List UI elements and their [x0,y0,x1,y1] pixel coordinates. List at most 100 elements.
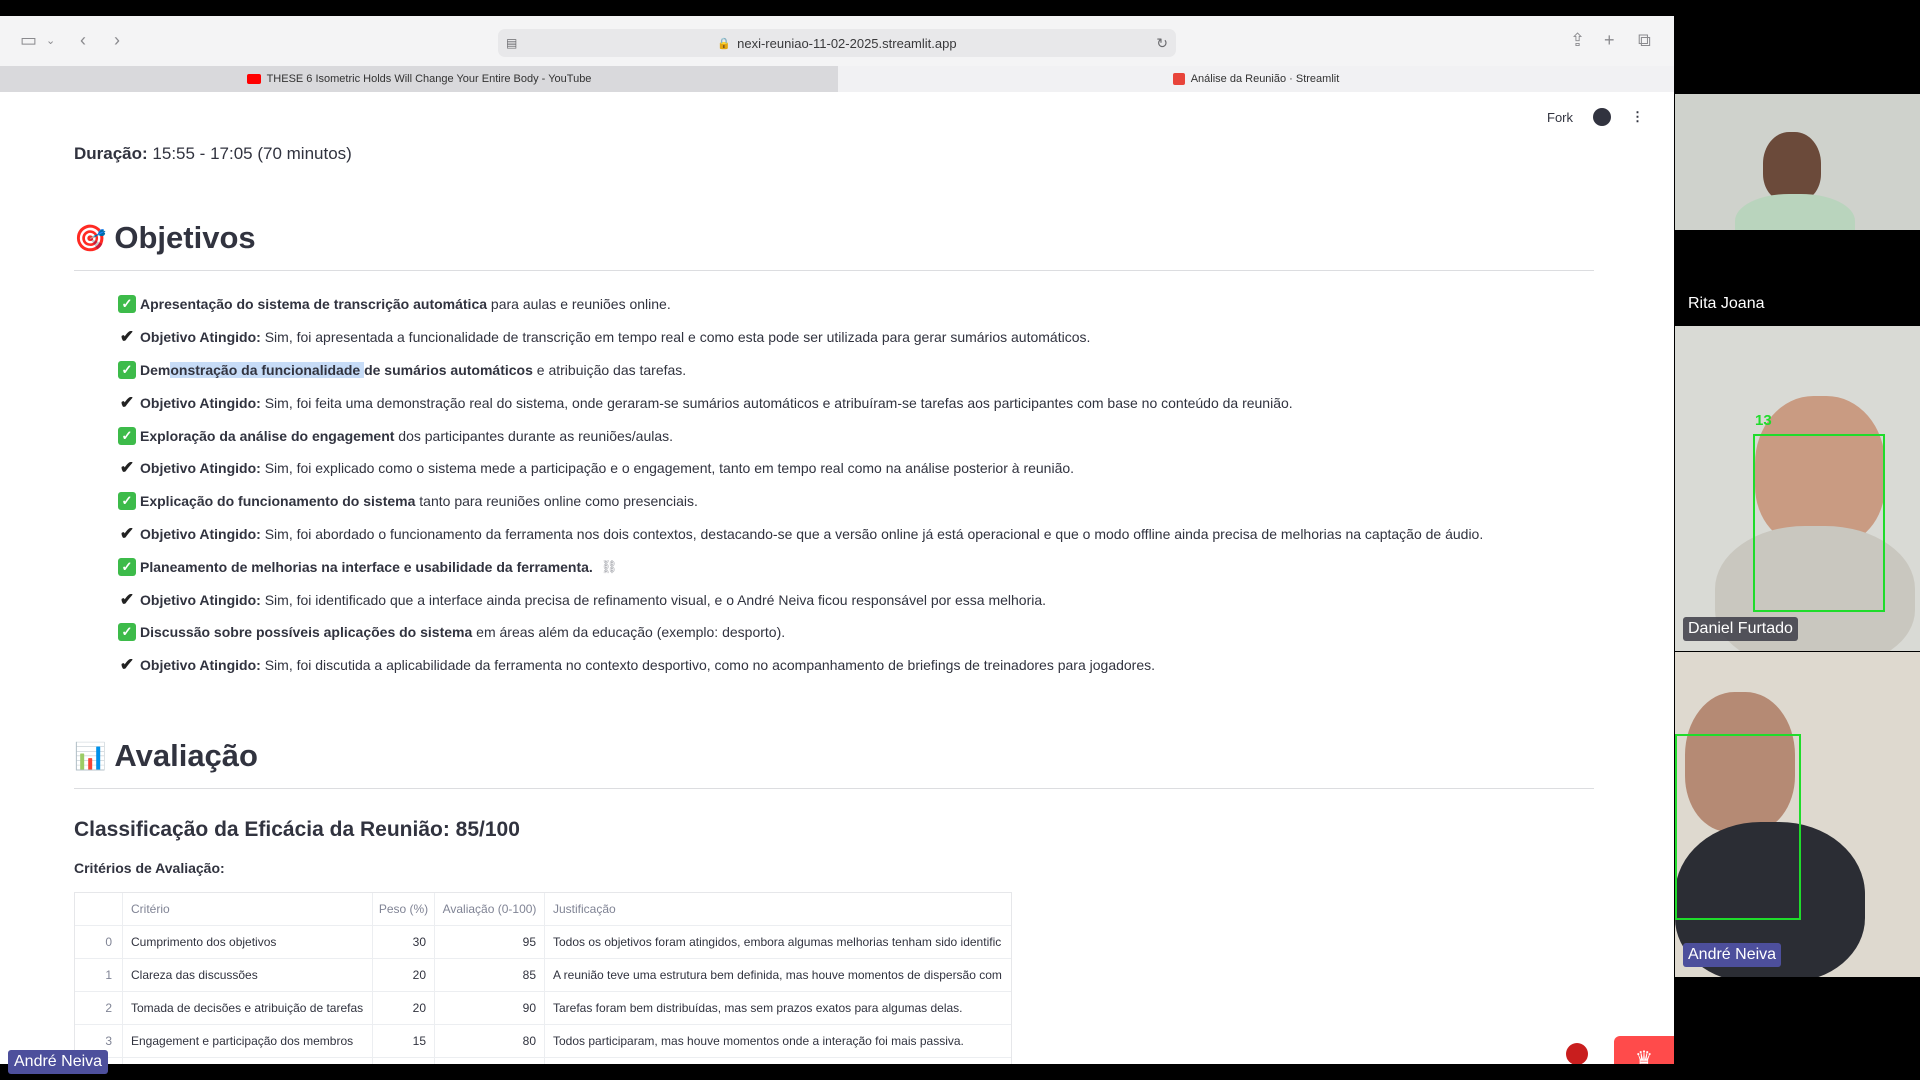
column-header[interactable]: Justificação [545,893,1011,925]
row-index[interactable]: 2 [75,992,123,1024]
peso-cell[interactable]: 20 [373,959,435,991]
avaliacao-cell[interactable]: 90 [435,992,545,1024]
row-index[interactable]: 1 [75,959,123,991]
justificacao-cell[interactable]: Tarefas foram bem distribuídas, mas sem … [545,992,1011,1024]
objective-bold-text: Objetivo Atingido: [140,394,261,411]
check-box-icon: ✓ [118,492,136,511]
objective-text: em áreas além da educação (exemplo: desp… [472,624,786,641]
criterio-cell[interactable]: Clareza das discussões [123,959,373,991]
tab-streamlit[interactable]: Análise da Reunião · Streamlit [838,66,1674,92]
justificacao-cell[interactable]: A reunião teve uma estrutura bem definid… [545,959,1011,991]
peso-cell[interactable]: 15 [373,1025,435,1057]
github-icon[interactable] [1593,108,1611,126]
objective-item: ✓ Exploração da análise do engagement dos… [118,419,1483,452]
criterio-cell[interactable]: Cumprimento dos objetivos [123,926,373,958]
site-settings-icon[interactable]: ▤ [506,36,517,50]
row-index[interactable]: 0 [75,926,123,958]
check-mark-icon: ✔ [119,327,135,347]
objective-bold-text: Objetivo Atingido: [140,591,261,608]
tab-title: Análise da Reunião · Streamlit [1190,73,1340,85]
objective-item: ✓ Demonstração da funcionalidade de sumár… [118,354,1483,387]
youtube-favicon-icon [246,74,261,84]
table-row[interactable]: 1 Clareza das discussões 20 85 A reunião tev… [75,959,1011,992]
table-row[interactable]: 4Eficiência no tempo1575Algumas discussõ… [75,1058,1011,1064]
screen: ▭ ⌄ ‹ › ▤ 🔒 nexi-reuniao-11-02-2025.stre… [0,0,1920,1080]
objective-text: para aulas e reuniões online. [487,296,671,313]
participant-name: Daniel Furtado [1683,617,1798,641]
participant-body [1735,194,1855,230]
link-icon[interactable]: ⛓ [601,559,618,575]
objective-item: ✓ Planeamento de melhorias na interface e… [118,550,1483,583]
face-detection-box [1675,734,1801,920]
tab-bar: THESE 6 Isometric Holds Will Change Your… [0,66,1674,92]
objective-text: Sim, foi abordado o funcionamento da fer… [260,525,1484,542]
column-header[interactable]: Critério [123,893,373,925]
new-tab-icon[interactable]: + [1604,30,1615,51]
lock-icon: 🔒 [717,37,732,50]
objective-result: ✔ Objetivo Atingido: Sim, foi identificad… [118,583,1483,616]
url-text: nexi-reuniao-11-02-2025.streamlit.app [737,35,957,51]
column-header[interactable]: Peso (%) [373,893,435,925]
avaliacao-heading: 📊 Avaliação [74,738,1594,789]
more-menu-icon[interactable]: ⋮ [1631,109,1644,125]
criteria-label: Critérios de Avaliação: [74,860,225,876]
reload-icon[interactable]: ↻ [1156,35,1168,52]
objective-bold-text: Demonstração da funcionalidade de sumári… [140,361,533,378]
criteria-table[interactable]: Critério Peso (%) Avaliação (0-100) Just… [74,892,1012,1064]
objective-bold-text: Exploração da análise do engagement [140,427,395,444]
table-row[interactable]: 0 Cumprimento dos objetivos 30 95 Todos os o… [75,926,1011,959]
forward-icon[interactable]: › [114,30,120,51]
avaliacao-cell[interactable]: 85 [435,959,545,991]
face-detection-box [1753,434,1885,612]
table-header: Critério Peso (%) Avaliação (0-100) Just… [75,893,1011,926]
sidebar-toggle-icon[interactable]: ▭ [20,30,37,51]
video-tile-daniel: 13 Daniel Furtado [1675,326,1920,651]
objective-result: ✔ Objetivo Atingido: Sim, foi abordado o … [118,518,1483,551]
justificacao-cell[interactable]: Todos participaram, mas houve momentos o… [545,1025,1011,1057]
check-box-icon: ✓ [118,557,136,576]
column-header[interactable]: Avaliação (0-100) [435,893,545,925]
table-body: 0 Cumprimento dos objetivos 30 95 Todos os o… [75,926,1011,1064]
objective-bold-text: Discussão sobre possíveis aplicações do … [140,624,473,641]
check-box-icon: ✓ [118,623,136,642]
share-icon[interactable]: ⇪ [1570,30,1585,51]
face-id-label: 13 [1755,412,1772,429]
objective-text: Sim, foi discutida a aplicabilidade da f… [260,657,1156,674]
check-box-icon: ✓ [118,295,136,314]
chevron-down-icon[interactable]: ⌄ [46,34,55,47]
check-mark-icon: ✔ [119,392,135,412]
peso-cell[interactable]: 15 [373,1058,435,1064]
tab-overview-icon[interactable]: ⧉ [1638,30,1651,51]
tab-title: THESE 6 Isometric Holds Will Change Your… [266,73,592,85]
avaliacao-cell[interactable]: 95 [435,926,545,958]
criterio-cell[interactable]: Tomada de decisões e atribuição de taref… [123,992,373,1024]
check-mark-icon: ✔ [119,458,135,478]
peso-cell[interactable]: 30 [373,926,435,958]
objective-bold-text: Planeamento de melhorias na interface e … [140,558,593,575]
objective-text: Sim, foi apresentada a funcionalidade de… [260,329,1091,346]
objective-text: Sim, foi feita uma demonstração real do … [260,394,1293,411]
justificacao-cell[interactable]: Todos os objetivos foram atingidos, embo… [545,926,1011,958]
check-box-icon: ✓ [118,426,136,445]
avaliacao-cell[interactable]: 75 [435,1058,545,1064]
objective-bold-text: Explicação do funcionamento do sistema [140,493,416,510]
video-tile-rita [1675,94,1920,230]
objective-text: Sim, foi explicado como o sistema mede a… [260,460,1075,477]
criterio-cell[interactable]: Engagement e participação dos membros [123,1025,373,1057]
address-bar[interactable]: ▤ 🔒 nexi-reuniao-11-02-2025.streamlit.ap… [498,29,1176,57]
fork-button[interactable]: Fork [1547,110,1573,125]
back-icon[interactable]: ‹ [80,30,86,51]
streamlit-crown-icon[interactable]: ♛ [1614,1036,1674,1064]
objective-text: e atribuição das tarefas. [532,361,687,378]
criterio-cell[interactable]: Eficiência no tempo [123,1058,373,1064]
peso-cell[interactable]: 20 [373,992,435,1024]
tab-youtube[interactable]: THESE 6 Isometric Holds Will Change Your… [0,66,852,92]
streamlit-favicon-icon [1172,73,1185,85]
justificacao-cell[interactable]: Algumas discussões foram longas e poderi… [545,1058,1011,1064]
avaliacao-cell[interactable]: 80 [435,1025,545,1057]
table-row[interactable]: 3 Engagement e participação dos membros 15… [75,1025,1011,1058]
objetivos-heading: 🎯 Objetivos [74,220,1594,271]
table-row[interactable]: 2 Tomada de decisões e atribuição de tare… [75,992,1011,1025]
check-mark-icon: ✔ [119,655,135,675]
classification-title: Classificação da Eficácia da Reunião: 85… [74,818,520,841]
